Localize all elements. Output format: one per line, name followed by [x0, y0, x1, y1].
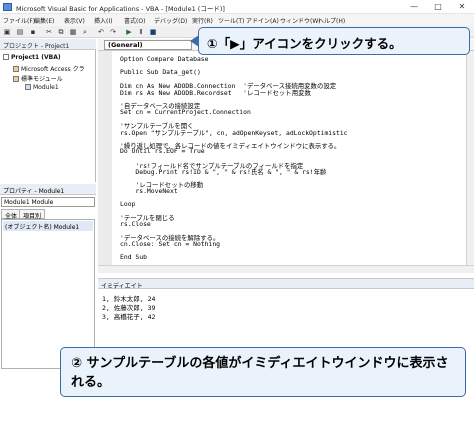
tree-item-modules-label: 標準モジュール	[21, 76, 63, 83]
title-bar: Microsoft Visual Basic for Applications …	[0, 0, 474, 14]
project-explorer-title: プロジェクト - Project1	[0, 39, 96, 50]
tree-item-access-class[interactable]: Microsoft Access クラ	[13, 64, 85, 73]
callout-step-2: ② サンプルテーブルの各値がイミディエイトウインドウに表示される。	[60, 347, 466, 397]
menu-addins[interactable]: アドイン(A)	[246, 16, 279, 25]
tree-item-access-label: Microsoft Access クラ	[21, 66, 85, 73]
save-icon[interactable]: ▪	[29, 28, 37, 36]
redo-icon[interactable]: ↷	[109, 28, 117, 36]
close-button[interactable]: ✕	[450, 0, 474, 14]
run-icon[interactable]: ▶	[125, 28, 133, 36]
code-vertical-scrollbar[interactable]	[466, 51, 474, 265]
undo-icon[interactable]: ↶	[97, 28, 105, 36]
code-line: rs.Open "サンプルテーブル", cn, adOpenKeyset, ad…	[120, 128, 348, 137]
code-line: Loop	[120, 200, 136, 209]
copy-icon[interactable]: ⧉	[57, 28, 65, 36]
folder-icon	[13, 66, 19, 72]
properties-title: プロパティ - Module1	[0, 184, 96, 195]
code-line: Option Compare Database	[120, 55, 209, 63]
code-line: Set cn = CurrentProject.Connection	[120, 107, 251, 116]
immediate-window-title: イミディエイト	[98, 278, 474, 290]
code-line: Debug.Print rs!ID & ", " & rs!氏名 & ", " …	[120, 168, 327, 177]
folder-icon	[13, 76, 19, 82]
tab-alphabetic[interactable]: 全体	[1, 209, 22, 220]
paste-icon[interactable]: ▦	[69, 28, 77, 36]
tree-item-std-modules[interactable]: 標準モジュール	[13, 74, 63, 83]
tree-item-module1-label: Module1	[33, 84, 59, 91]
tree-item-project[interactable]: Project1 (VBA)	[3, 54, 61, 61]
project-tree: Project1 (VBA) Microsoft Access クラ 標準モジュ…	[0, 50, 96, 182]
window-title: Microsoft Visual Basic for Applications …	[16, 5, 225, 13]
tree-item-project-label: Project1 (VBA)	[11, 54, 61, 61]
tab-categorized[interactable]: 項目別	[19, 209, 46, 220]
object-combo[interactable]: (General)	[104, 40, 192, 50]
cut-icon[interactable]: ✂	[45, 28, 53, 36]
code-editor[interactable]: Option Compare Database Public Sub Data_g…	[98, 51, 466, 265]
menu-edit[interactable]: 編集(E)	[34, 16, 54, 25]
menu-view[interactable]: 表示(V)	[64, 16, 85, 25]
menu-window[interactable]: ウィンドウ(W)	[280, 16, 321, 25]
code-line: Dim rs As New ADODB.Recordset 'レコードセット用変…	[120, 89, 311, 97]
find-icon[interactable]: ⌕	[81, 28, 89, 36]
module-icon	[25, 84, 31, 90]
excel-icon[interactable]: ▣	[3, 28, 11, 36]
properties-object-combo[interactable]: Module1 Module	[1, 197, 95, 207]
menu-help[interactable]: ヘルプ(H)	[318, 16, 345, 25]
code-horizontal-scrollbar[interactable]	[98, 265, 474, 273]
menu-debug[interactable]: デバッグ(D)	[154, 16, 187, 25]
menu-bar: ファイル(F) 編集(E) 表示(V) 挿入(I) 書式(O) デバッグ(D) …	[0, 14, 474, 26]
minimize-button[interactable]: —	[402, 0, 426, 14]
code-line: rs.MoveNext	[120, 187, 178, 195]
vba-app-icon	[3, 3, 12, 11]
code-line: Do Until rs.EOF = True	[120, 147, 205, 156]
maximize-button[interactable]: □	[426, 0, 450, 14]
break-icon[interactable]: Ⅱ	[137, 28, 145, 36]
reset-icon[interactable]: ■	[149, 28, 157, 36]
menu-file[interactable]: ファイル(F)	[3, 16, 35, 25]
property-name-row[interactable]: (オブジェクト名) Module1	[3, 221, 93, 231]
code-line: cn.Close: Set cn = Nothing	[120, 239, 221, 248]
insert-icon[interactable]: ▤	[16, 28, 24, 36]
menu-insert[interactable]: 挿入(I)	[94, 16, 112, 25]
project-icon	[3, 54, 9, 60]
menu-run[interactable]: 実行(R)	[192, 16, 213, 25]
code-line: Public Sub Data_get()	[120, 68, 201, 77]
code-line: End Sub	[120, 253, 147, 261]
immediate-output-line: 3, 高橋花子, 42	[102, 313, 156, 321]
code-line: rs.Close	[120, 220, 151, 228]
menu-format[interactable]: 書式(O)	[124, 16, 145, 25]
callout-step-1: ①「▶」アイコンをクリックする。	[198, 27, 470, 55]
tree-item-module1[interactable]: Module1	[25, 84, 59, 91]
menu-tools[interactable]: ツール(T)	[218, 16, 244, 25]
